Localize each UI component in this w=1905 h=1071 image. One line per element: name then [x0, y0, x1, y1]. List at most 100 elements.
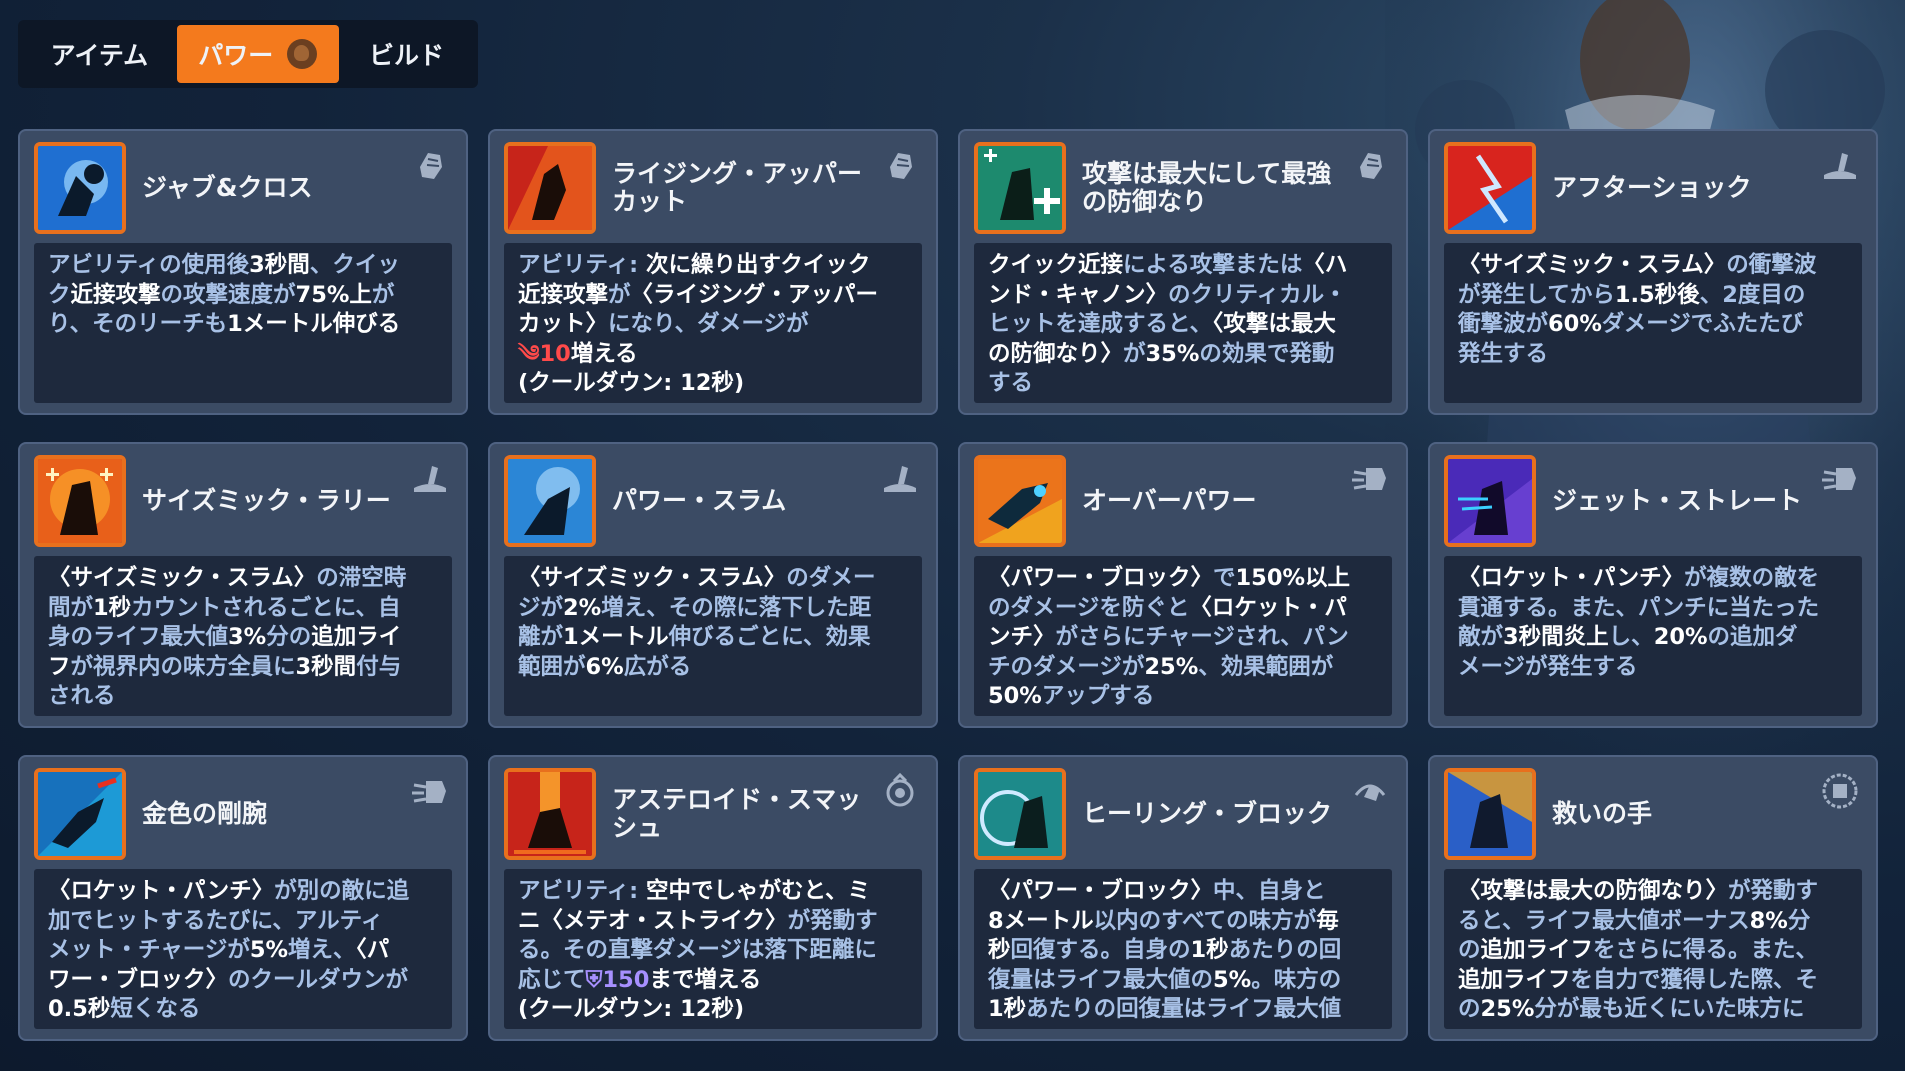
desc-highlight: 追加ライフ: [1458, 966, 1571, 993]
power-icon-frame: [974, 455, 1066, 547]
power-card-overpower[interactable]: オーバーパワー 〈パワー・ブロック〉で150%以上 のダメージを防ぐと〈ロケット…: [958, 442, 1408, 728]
desc-text: し、: [1608, 624, 1654, 650]
desc-highlight: 1.5秒後: [1614, 281, 1700, 308]
power-title: 金色の剛腕: [142, 799, 268, 828]
desc-highlight: 1秒: [1190, 937, 1229, 963]
power-title: 攻撃は最大にして最強の防御なり: [1082, 159, 1332, 216]
power-slam-power-icon: [508, 459, 592, 543]
jab-cross-power-icon: [38, 146, 122, 230]
desc-text: が: [608, 281, 631, 308]
power-card-aftershock[interactable]: アフターショック 〈サイズミック・スラム〉の衝撃波 が発生してから1.5秒後、2…: [1428, 129, 1878, 415]
asteroid-smash-power-icon: [508, 772, 592, 856]
desc-text: あたりの回復量はライフ最大値: [1026, 996, 1342, 1022]
overpower-power-icon: [978, 459, 1062, 543]
tab-bar: アイテム パワー ビルド: [18, 20, 478, 88]
power-icon-frame: [34, 455, 126, 547]
power-title: ヒーリング・ブロック: [1082, 799, 1333, 828]
hero-badge-icon: [1822, 773, 1858, 809]
power-description: 〈サイズミック・スラム〉の滞空時 間が1秒カウントされるごとに、自 身のライフ最…: [34, 556, 452, 716]
desc-highlight: 〈パワー・ブロック〉: [988, 878, 1214, 904]
desc-text: で: [1213, 565, 1236, 591]
hero-portrait-icon: [287, 39, 318, 69]
power-title: 救いの手: [1552, 799, 1653, 828]
desc-highlight: 次に繰り出す: [645, 252, 781, 278]
desc-text: 広がる: [623, 653, 692, 680]
power-card-power-slam[interactable]: パワー・スラム 〈サイズミック・スラム〉のダメー ジが2%増え、その際に落下した…: [488, 442, 938, 728]
desc-text: アビリティ:: [518, 252, 646, 278]
desc-text: 回復する。自身の: [1010, 937, 1191, 963]
desc-text: のダメージを防ぐと: [988, 594, 1190, 621]
desc-text: 、効果範囲が: [1198, 653, 1334, 680]
desc-damage-value: 10: [539, 340, 571, 367]
desc-highlight: 3秒間: [295, 653, 357, 680]
power-card-healing-block[interactable]: ヒーリング・ブロック 〈パワー・ブロック〉中、自身と 8メートル以内のすべての味…: [958, 755, 1408, 1041]
rocket-fist-icon: [1352, 468, 1386, 490]
desc-text: が: [1123, 340, 1146, 367]
best-defense-power-icon: [978, 146, 1062, 230]
desc-text: アビリティの使用後: [48, 252, 250, 278]
power-title: パワー・スラム: [612, 486, 787, 515]
desc-text: 分の: [266, 624, 312, 650]
desc-highlight: 150%以上: [1235, 565, 1351, 591]
desc-highlight: 0.5秒: [48, 996, 111, 1022]
desc-highlight: 1秒: [988, 996, 1027, 1022]
tab-build[interactable]: ビルド: [343, 25, 470, 83]
seismic-rally-power-icon: [38, 459, 122, 543]
desc-text: 分が最も近くにいた味方に: [1534, 996, 1805, 1022]
power-icon-frame: [974, 768, 1066, 860]
tab-items[interactable]: アイテム: [26, 25, 173, 83]
desc-highlight: 〈攻撃は最大の防御なり〉: [1458, 878, 1729, 904]
damage-icon: ༄: [518, 340, 540, 367]
power-description: 〈パワー・ブロック〉中、自身と 8メートル以内のすべての味方が毎 秒回復する。自…: [974, 869, 1392, 1029]
desc-highlight: 〈ロケット・パンチ〉: [48, 878, 275, 904]
power-card-seismic-rally[interactable]: サイズミック・ラリー 〈サイズミック・スラム〉の滞空時 間が1秒カウントされるご…: [18, 442, 468, 728]
desc-highlight: 35%: [1145, 340, 1200, 367]
power-card-golden-arm[interactable]: 金色の剛腕 〈ロケット・パンチ〉が別の敵に追 加でヒットするたびに、アルティ メ…: [18, 755, 468, 1041]
desc-highlight: 1秒: [93, 594, 132, 621]
desc-highlight: 50%: [988, 683, 1042, 709]
power-icon-frame: [1444, 455, 1536, 547]
power-description: 〈サイズミック・スラム〉のダメー ジが2%増え、その際に落下した距 離が1メート…: [504, 556, 922, 716]
power-card-jet-straight[interactable]: ジェット・ストレート 〈ロケット・パンチ〉が複数の敵を 貫通する。また、パンチに…: [1428, 442, 1878, 728]
slam-wave-icon: [884, 466, 916, 492]
power-card-best-defense[interactable]: 攻撃は最大にして最強の防御なり クイック近接による攻撃または〈ハ ンド・キャノン…: [958, 129, 1408, 415]
desc-highlight: 1メートル伸びる: [227, 311, 401, 337]
desc-text: 。味方の: [1251, 966, 1342, 993]
power-card-jab-cross[interactable]: ジャブ&クロス アビリティの使用後3秒間、クイッ ク近接攻撃の攻撃速度が75%上…: [18, 129, 468, 415]
desc-text: 以内のすべての味方が: [1093, 907, 1317, 934]
power-card-helping-hand[interactable]: 救いの手 〈攻撃は最大の防御なり〉が発動す ると、ライフ最大値ボーナス8%分 の…: [1428, 755, 1878, 1041]
power-description: 〈パワー・ブロック〉で150%以上 のダメージを防ぐと〈ロケット・パ ンチ〉がさ…: [974, 556, 1392, 716]
power-grid: ジャブ&クロス アビリティの使用後3秒間、クイッ ク近接攻撃の攻撃速度が75%上…: [18, 129, 1878, 1041]
power-card-rising-uppercut[interactable]: ライジング・アッパーカット アビリティ: 次に繰り出すクイック 近接攻撃が〈ライ…: [488, 129, 938, 415]
desc-highlight: 〈サイズミック・スラム〉: [48, 565, 317, 591]
power-description: 〈攻撃は最大の防御なり〉が発動す ると、ライフ最大値ボーナス8%分 の追加ライフ…: [1444, 869, 1862, 1029]
power-description: 〈サイズミック・スラム〉の衝撃波 が発生してから1.5秒後、2度目の 衝撃波が6…: [1444, 243, 1862, 403]
power-icon-frame: [504, 768, 596, 860]
desc-highlight: 追加ライフ: [1480, 937, 1594, 963]
desc-highlight: 8メートル: [988, 907, 1094, 934]
shield-value-icon: ⛨: [585, 966, 603, 993]
desc-text: のクールダウンが: [228, 966, 409, 993]
power-card-asteroid-smash[interactable]: アステロイド・スマッシュ アビリティ: 空中でしゃがむと、ミ ニ〈メテオ・ストラ…: [488, 755, 938, 1041]
power-title: アステロイド・スマッシュ: [612, 785, 862, 842]
healing-block-power-icon: [978, 772, 1062, 856]
punch-fist-icon: [420, 153, 442, 179]
power-description: 〈ロケット・パンチ〉が複数の敵を 貫通する。また、パンチに当たった 敵が3秒間炎…: [1444, 556, 1862, 716]
power-description: アビリティの使用後3秒間、クイッ ク近接攻撃の攻撃速度が75%上が り、そのリー…: [34, 243, 452, 403]
desc-highlight: 25%: [1480, 996, 1535, 1022]
helping-hand-power-icon: [1448, 772, 1532, 856]
power-icon-frame: [1444, 768, 1536, 860]
power-icon-frame: [34, 768, 126, 860]
tab-items-label: アイテム: [50, 41, 149, 70]
desc-text: 中、自身と: [1213, 878, 1326, 904]
desc-highlight: 6%: [585, 653, 624, 680]
desc-highlight: 8%: [1749, 907, 1788, 934]
power-title: ライジング・アッパーカット: [612, 159, 863, 216]
power-title: ジャブ&クロス: [142, 173, 313, 202]
desc-text: になり、ダメージが: [608, 311, 809, 337]
desc-text: による攻撃または: [1123, 252, 1303, 278]
tab-power[interactable]: パワー: [176, 25, 339, 83]
power-icon-frame: [34, 142, 126, 234]
desc-highlight: 5%: [249, 937, 289, 963]
desc-highlight: 3秒間炎上: [1503, 624, 1609, 650]
